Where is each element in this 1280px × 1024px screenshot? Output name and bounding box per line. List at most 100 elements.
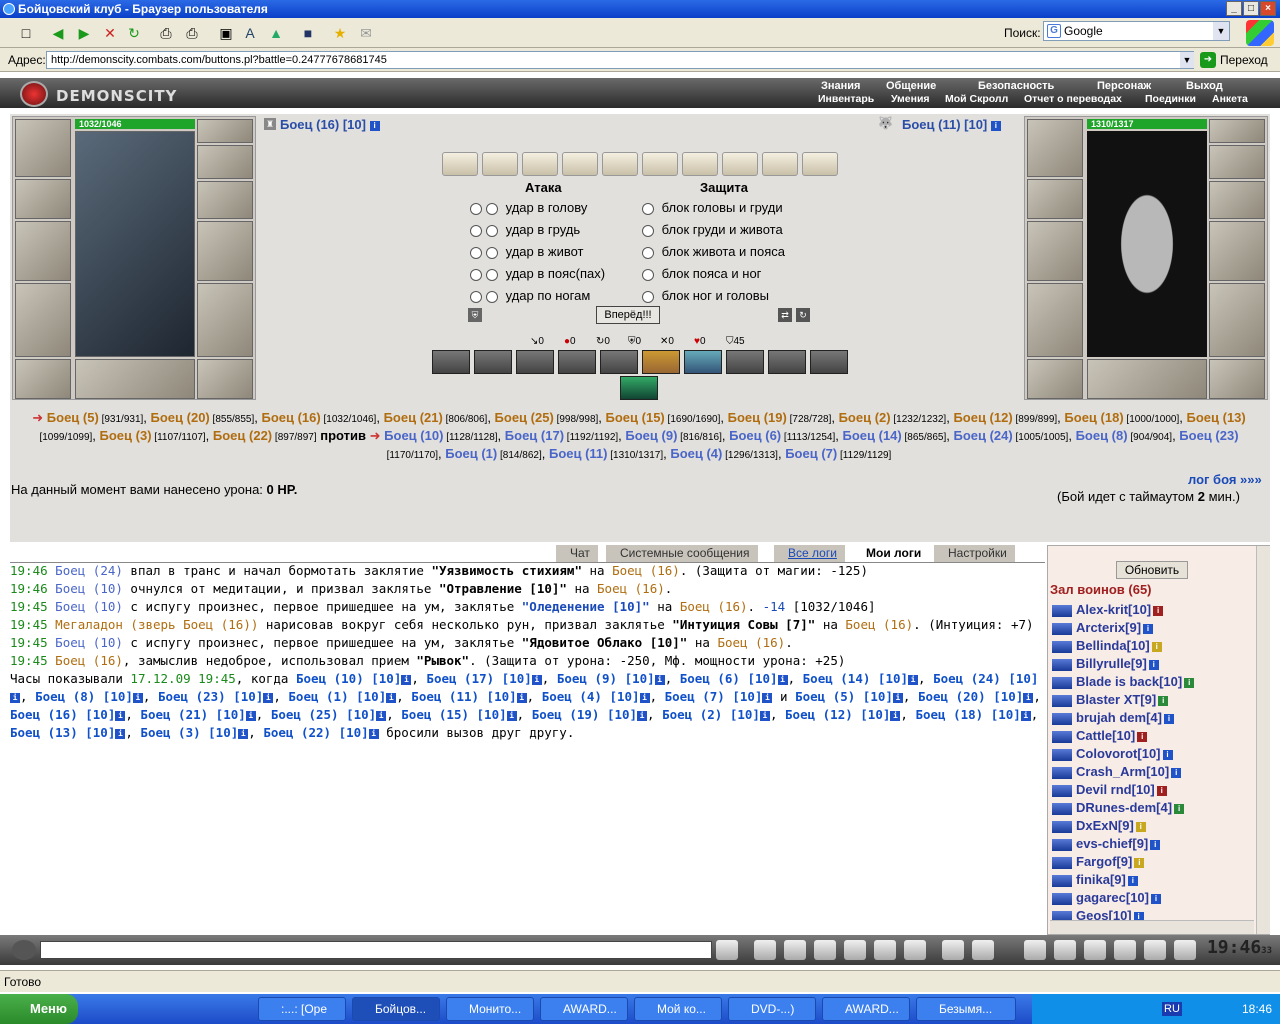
nav-communication[interactable]: Общение: [886, 80, 936, 92]
info-icon[interactable]: i: [401, 674, 412, 685]
player-item[interactable]: DRunes-dem[4] i: [1052, 800, 1185, 815]
info-icon[interactable]: i: [777, 674, 788, 685]
private-message-icon[interactable]: [1052, 622, 1072, 635]
player-name[interactable]: Arcterix[9]: [1076, 620, 1141, 635]
team-member[interactable]: Боец (1) [814/862]: [445, 446, 542, 461]
bag-icon[interactable]: [1024, 940, 1046, 960]
info-icon[interactable]: i: [890, 710, 901, 721]
smiley-icon[interactable]: [942, 940, 964, 960]
fighter-link[interactable]: Боец (8) [10]: [35, 689, 133, 704]
skull-icon[interactable]: [1084, 940, 1106, 960]
private-message-icon[interactable]: [1052, 766, 1072, 779]
fighter-link[interactable]: Боец (3) [10]: [140, 725, 238, 740]
fighter-link[interactable]: Боец (24) [10]: [933, 671, 1038, 686]
nav-skills[interactable]: Умения: [891, 93, 930, 105]
info-icon[interactable]: i: [1135, 821, 1146, 832]
player-item[interactable]: Crash_Arm[10] i: [1052, 764, 1182, 779]
tab-settings[interactable]: Настройки: [934, 545, 1015, 562]
stop-icon[interactable]: ✕: [100, 23, 120, 43]
player-name[interactable]: DRunes-dem[4]: [1076, 800, 1172, 815]
send-icon[interactable]: [716, 940, 738, 960]
attack-option[interactable]: удар в грудь: [470, 222, 580, 237]
info-icon[interactable]: i: [1148, 659, 1159, 670]
private-message-icon[interactable]: [1052, 784, 1072, 797]
info-icon[interactable]: i: [762, 692, 773, 703]
empty-scroll-icon[interactable]: [522, 152, 558, 176]
player-name[interactable]: gagarec[10]: [1076, 890, 1149, 905]
player-name[interactable]: Devil rnd[10]: [1076, 782, 1155, 797]
fighter-link[interactable]: Боец (14) [10]: [803, 671, 908, 686]
attack-option[interactable]: удар по ногам: [470, 288, 590, 303]
info-icon[interactable]: i: [892, 692, 903, 703]
trick-icon[interactable]: [768, 350, 806, 374]
player-item[interactable]: DxExN[9] i: [1052, 818, 1146, 833]
team-member[interactable]: Боец (22) [897/897]: [213, 428, 317, 443]
walk-icon[interactable]: [844, 940, 866, 960]
info-icon[interactable]: i: [654, 674, 665, 685]
taskbar-item[interactable]: AWARD...: [822, 997, 910, 1021]
info-icon[interactable]: i: [245, 710, 256, 721]
fighter-link[interactable]: Боец (4) [10]: [542, 689, 640, 704]
empty-scroll-icon[interactable]: [722, 152, 758, 176]
empty-scroll-icon[interactable]: [762, 152, 798, 176]
refresh-players-button[interactable]: Обновить: [1116, 561, 1188, 579]
font-icon[interactable]: A: [240, 23, 260, 43]
sound-icon[interactable]: [904, 940, 926, 960]
player-item[interactable]: finika[9] i: [1052, 872, 1138, 887]
player-name[interactable]: Bellinda[10]: [1076, 638, 1150, 653]
fighter-link[interactable]: Боец (5) [10]: [795, 689, 893, 704]
tab-my-logs[interactable]: Мои логи: [852, 545, 930, 562]
left-fighter-name[interactable]: Боец (16) [10] i: [280, 117, 380, 132]
info-icon[interactable]: i: [1171, 767, 1182, 778]
team-member[interactable]: Боец (14) [865/865]: [843, 428, 947, 443]
info-icon[interactable]: i: [1150, 893, 1161, 904]
team-member[interactable]: Боец (12) [899/899]: [953, 410, 1057, 425]
info-icon[interactable]: i: [531, 674, 542, 685]
helmet-small-icon[interactable]: [972, 940, 994, 960]
private-message-icon[interactable]: [1052, 712, 1072, 725]
lang-indicator[interactable]: RU: [1162, 1002, 1182, 1016]
save-log-icon[interactable]: [814, 940, 836, 960]
team-member[interactable]: Боец (10) [1128/1128]: [384, 428, 497, 443]
fighter-link[interactable]: Боец (16) [10]: [10, 707, 115, 722]
chevron-down-icon[interactable]: ▼: [1213, 22, 1229, 40]
block-option[interactable]: блок живота и пояса: [642, 244, 785, 259]
mail-icon[interactable]: ✉: [356, 23, 376, 43]
back-icon[interactable]: ◀: [48, 23, 68, 43]
empty-scroll-icon[interactable]: [562, 152, 598, 176]
spell-scroll-icon[interactable]: [802, 152, 838, 176]
info-icon[interactable]: i: [1137, 731, 1148, 742]
left-shield-icon[interactable]: ⛨: [468, 308, 482, 322]
private-message-icon[interactable]: [1052, 730, 1072, 743]
team-member[interactable]: Боец (25) [998/998]: [495, 410, 599, 425]
team-member[interactable]: Боец (8) [904/904]: [1076, 428, 1173, 443]
fighter-link[interactable]: Боец (22) [10]: [263, 725, 368, 740]
fighter-link[interactable]: Боец (13) [10]: [10, 725, 115, 740]
player-item[interactable]: Blaster XT[9] i: [1052, 692, 1169, 707]
private-message-icon[interactable]: [1052, 676, 1072, 689]
fighter-link[interactable]: Боец (10) [10]: [296, 671, 401, 686]
address-dropdown-icon[interactable]: ▼: [1180, 52, 1194, 68]
switch-target-icon[interactable]: ⇄: [778, 308, 792, 322]
rings-icon[interactable]: [197, 145, 253, 179]
tray-clock[interactable]: 18:46: [1242, 994, 1272, 1024]
minimize-button[interactable]: _: [1226, 1, 1242, 16]
team-member[interactable]: Боец (16) [1032/1046]: [261, 410, 376, 425]
info-icon[interactable]: i: [386, 692, 397, 703]
info-icon[interactable]: i: [132, 692, 143, 703]
info-icon[interactable]: i: [115, 710, 126, 721]
info-icon[interactable]: i: [1127, 875, 1138, 886]
fighter-link[interactable]: Боец (1) [10]: [288, 689, 386, 704]
chat-bubble-icon[interactable]: [1144, 940, 1166, 960]
players-hscrollbar[interactable]: [1050, 920, 1254, 934]
address-input[interactable]: [46, 51, 1194, 69]
info-icon[interactable]: i: [1134, 857, 1145, 868]
empty-scroll-icon[interactable]: [482, 152, 518, 176]
armor-icon[interactable]: [15, 283, 71, 357]
fighter-link[interactable]: Боец (17) [10]: [426, 671, 531, 686]
preview-icon[interactable]: ⎙: [156, 23, 176, 43]
refresh-battle-icon[interactable]: ↻: [796, 308, 810, 322]
player-name[interactable]: finika[9]: [1076, 872, 1126, 887]
info-icon[interactable]: i: [908, 674, 919, 685]
team-member[interactable]: Боец (17) [1192/1192]: [505, 428, 618, 443]
